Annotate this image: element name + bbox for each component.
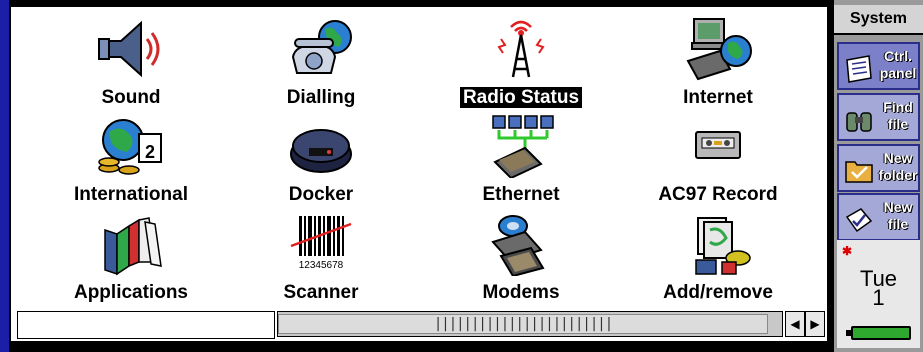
scroll-right-button[interactable]: ▶ (805, 311, 825, 337)
new-file-button[interactable]: New file (837, 193, 920, 241)
ctrl-panel-label: Ctrl. panel (879, 48, 917, 81)
bottom-bar: |||||||||||||||||||||||| ◀ ▶ (17, 311, 825, 339)
barcode-icon: 12345678 (290, 216, 352, 271)
new-file-label: New file (883, 199, 913, 232)
icon-scanner-label: Scanner (283, 282, 359, 303)
icon-modems[interactable]: Modems (426, 210, 616, 308)
find-file-button[interactable]: Find file (837, 93, 920, 141)
icon-sound-label: Sound (101, 87, 161, 108)
arrow-left-icon: ◀ (790, 317, 800, 331)
icon-modems-label: Modems (482, 282, 560, 303)
cassette-icon (695, 131, 741, 159)
telephone-globe-icon (291, 20, 352, 74)
books-icon (104, 217, 162, 276)
sidebar: System Ctrl.panel Findfile Newfolder (834, 0, 923, 352)
control-panel-icon (846, 55, 872, 83)
icon-internet[interactable]: Internet (623, 15, 813, 113)
icon-grid: Sound Dialling Radio Status Internet 2 I… (11, 7, 827, 312)
battery-icon (851, 326, 911, 340)
desktop: Sound Dialling Radio Status Internet 2 I… (0, 0, 923, 352)
icon-add-remove[interactable]: Add/remove (623, 210, 813, 308)
command-field[interactable] (17, 311, 275, 339)
icon-international[interactable]: 2 International (36, 112, 226, 210)
scroll-left-button[interactable]: ◀ (785, 311, 805, 337)
icon-sound[interactable]: Sound (36, 15, 226, 113)
globe-calendar-icon: 2 (98, 119, 162, 175)
find-file-label: Find file (883, 99, 913, 132)
icon-dialling[interactable]: Dialling (226, 15, 416, 113)
new-folder-label: New folder (878, 150, 918, 183)
radio-tower-icon (497, 20, 545, 78)
scrollbar-thumb[interactable]: |||||||||||||||||||||||| (278, 314, 768, 334)
control-panel-window: Sound Dialling Radio Status Internet 2 I… (9, 5, 829, 343)
folder-icon (845, 161, 873, 183)
clock-panel[interactable]: ✱ Tue 1 (837, 240, 920, 348)
icon-ethernet[interactable]: Ethernet (426, 112, 616, 210)
icon-radio-status-label: Radio Status (459, 87, 583, 108)
svg-text:2: 2 (145, 142, 155, 162)
left-edge-bar (0, 0, 9, 352)
clock-date: 1 (872, 285, 885, 310)
arrow-right-icon: ▶ (810, 317, 820, 331)
icon-ac97-record-label: AC97 Record (658, 184, 778, 205)
modem-icon (491, 215, 545, 276)
icon-applications[interactable]: Applications (36, 210, 226, 308)
binoculars-icon (846, 112, 872, 132)
new-file-icon (845, 208, 873, 233)
scrollbar-thumb-grip: |||||||||||||||||||||||| (433, 316, 613, 332)
barcode-number: 12345678 (299, 260, 344, 271)
icon-ac97-record[interactable]: AC97 Record (623, 112, 813, 210)
new-folder-button[interactable]: New folder (837, 144, 920, 192)
horizontal-scrollbar[interactable]: |||||||||||||||||||||||| (277, 311, 783, 337)
icon-internet-label: Internet (683, 87, 753, 108)
icon-docker[interactable]: Docker (226, 112, 416, 210)
icon-international-label: International (73, 184, 188, 205)
network-icon (492, 115, 554, 178)
icon-add-remove-label: Add/remove (663, 282, 773, 303)
icon-scanner[interactable]: 12345678 Scanner (226, 210, 416, 308)
icon-docker-label: Docker (288, 184, 354, 205)
icon-dialling-label: Dialling (286, 87, 356, 108)
speaker-icon (98, 20, 160, 78)
icon-ethernet-label: Ethernet (482, 184, 560, 205)
sidebar-title[interactable]: System (834, 5, 923, 35)
icon-radio-status[interactable]: Radio Status (426, 15, 616, 113)
icon-applications-label: Applications (73, 282, 188, 303)
docking-cradle-icon (290, 129, 352, 173)
computer-globe-icon (686, 18, 752, 81)
ctrl-panel-button[interactable]: Ctrl. panel (837, 42, 920, 90)
status-indicator-icon: ✱ (842, 244, 853, 258)
install-icon (695, 217, 751, 275)
